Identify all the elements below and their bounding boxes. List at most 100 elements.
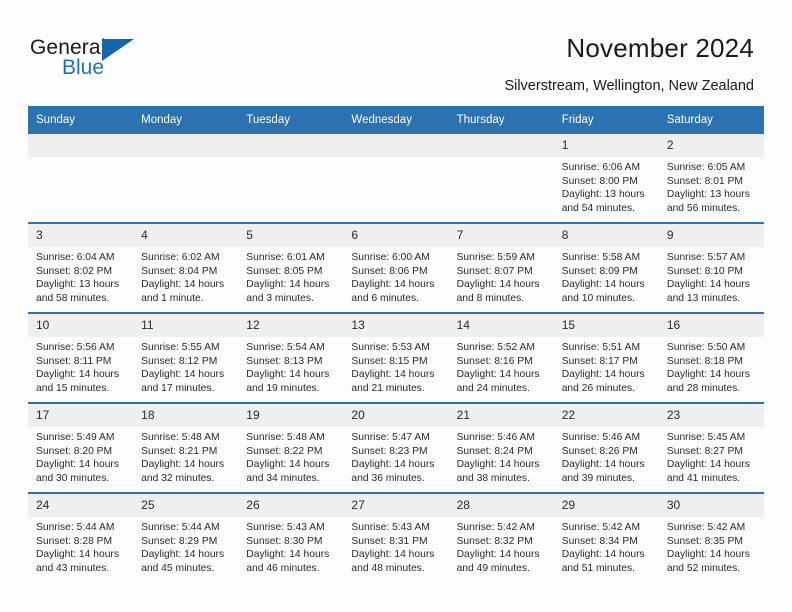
day-cell[interactable]: 19 Sunrise: 5:48 AM Sunset: 8:22 PM Dayl… [238, 402, 344, 493]
day-number: 23 [658, 404, 764, 427]
day-cell[interactable]: 24 Sunrise: 5:44 AM Sunset: 8:28 PM Dayl… [28, 492, 134, 582]
sunset-text: Sunset: 8:10 PM [666, 265, 743, 277]
day-info: Sunrise: 5:46 AM Sunset: 8:26 PM Dayligh… [554, 427, 659, 485]
day-info: Sunrise: 5:53 AM Sunset: 8:15 PM Dayligh… [343, 337, 448, 395]
sunrise-text: Sunrise: 5:42 AM [456, 522, 535, 533]
sunrise-text: Sunrise: 5:44 AM [141, 522, 220, 533]
day-cell[interactable]: 8 Sunrise: 5:58 AM Sunset: 8:09 PM Dayli… [553, 222, 659, 313]
day-cell[interactable]: 15 Sunrise: 5:51 AM Sunset: 8:17 PM Dayl… [553, 312, 659, 403]
sunset-text: Sunset: 8:20 PM [36, 445, 113, 457]
day-cell[interactable] [133, 134, 239, 223]
day-cell[interactable] [238, 134, 344, 223]
day-cell[interactable]: 9 Sunrise: 5:57 AM Sunset: 8:10 PM Dayli… [658, 222, 764, 313]
day-cell[interactable]: 20 Sunrise: 5:47 AM Sunset: 8:23 PM Dayl… [343, 402, 449, 493]
daylight-text-line1: Daylight: 14 hours [666, 549, 750, 561]
day-cell[interactable]: 4 Sunrise: 6:02 AM Sunset: 8:04 PM Dayli… [133, 222, 239, 313]
sunset-text: Sunset: 8:28 PM [36, 535, 113, 547]
day-cell[interactable]: 3 Sunrise: 6:04 AM Sunset: 8:02 PM Dayli… [28, 222, 134, 313]
day-cell[interactable]: 30 Sunrise: 5:42 AM Sunset: 8:35 PM Dayl… [658, 492, 764, 582]
day-cell[interactable]: 22 Sunrise: 5:46 AM Sunset: 8:26 PM Dayl… [553, 402, 659, 493]
brand-logo[interactable]: General Blue [30, 36, 190, 86]
sunset-text: Sunset: 8:07 PM [456, 265, 533, 277]
day-cell[interactable] [448, 134, 554, 223]
day-number: 17 [28, 404, 134, 427]
daylight-text-line2: and 43 minutes. [36, 562, 110, 574]
daylight-text-line1: Daylight: 14 hours [561, 279, 645, 291]
day-cell[interactable]: 2 Sunrise: 6:05 AM Sunset: 8:01 PM Dayli… [658, 134, 764, 223]
day-cell[interactable]: 25 Sunrise: 5:44 AM Sunset: 8:29 PM Dayl… [133, 492, 239, 582]
sunset-text: Sunset: 8:04 PM [141, 265, 218, 277]
daylight-text-line1: Daylight: 14 hours [141, 459, 225, 471]
day-cell[interactable]: 12 Sunrise: 5:54 AM Sunset: 8:13 PM Dayl… [238, 312, 344, 403]
day-number: 28 [448, 494, 554, 517]
day-info: Sunrise: 5:43 AM Sunset: 8:30 PM Dayligh… [238, 517, 343, 575]
weekday-header-monday: Monday [133, 106, 239, 134]
sunrise-text: Sunrise: 5:47 AM [351, 432, 430, 443]
sunrise-text: Sunrise: 5:46 AM [561, 432, 641, 443]
sunset-text: Sunset: 8:26 PM [561, 445, 638, 457]
day-cell[interactable]: 17 Sunrise: 5:49 AM Sunset: 8:20 PM Dayl… [28, 402, 134, 493]
day-cell[interactable]: 23 Sunrise: 5:45 AM Sunset: 8:27 PM Dayl… [658, 402, 764, 493]
daylight-text-line1: Daylight: 14 hours [246, 549, 330, 561]
day-info [449, 157, 554, 161]
day-number: 8 [553, 224, 659, 247]
day-cell[interactable]: 10 Sunrise: 5:56 AM Sunset: 8:11 PM Dayl… [28, 312, 134, 403]
daylight-text-line2: and 30 minutes. [36, 472, 110, 484]
day-number: 12 [238, 314, 344, 337]
day-info: Sunrise: 5:47 AM Sunset: 8:23 PM Dayligh… [343, 427, 448, 485]
sunset-text: Sunset: 8:21 PM [141, 445, 218, 457]
day-number [28, 134, 134, 157]
day-cell[interactable]: 14 Sunrise: 5:52 AM Sunset: 8:16 PM Dayl… [448, 312, 554, 403]
week-row: 3 Sunrise: 6:04 AM Sunset: 8:02 PM Dayli… [28, 222, 764, 313]
day-cell[interactable]: 18 Sunrise: 5:48 AM Sunset: 8:21 PM Dayl… [133, 402, 239, 493]
daylight-text-line1: Daylight: 14 hours [561, 459, 645, 471]
day-cell[interactable]: 29 Sunrise: 5:42 AM Sunset: 8:34 PM Dayl… [553, 492, 659, 582]
day-cell[interactable]: 11 Sunrise: 5:55 AM Sunset: 8:12 PM Dayl… [133, 312, 239, 403]
sunrise-text: Sunrise: 5:43 AM [246, 522, 325, 533]
day-cell[interactable]: 13 Sunrise: 5:53 AM Sunset: 8:15 PM Dayl… [343, 312, 449, 403]
daylight-text-line2: and 52 minutes. [666, 562, 741, 574]
day-cell[interactable] [343, 134, 449, 223]
sunrise-text: Sunrise: 5:48 AM [246, 432, 325, 443]
sunset-text: Sunset: 8:15 PM [351, 355, 428, 367]
weekday-header-wednesday: Wednesday [343, 106, 449, 134]
day-cell[interactable]: 28 Sunrise: 5:42 AM Sunset: 8:32 PM Dayl… [448, 492, 554, 582]
daylight-text-line1: Daylight: 14 hours [456, 459, 540, 471]
daylight-text-line1: Daylight: 14 hours [141, 279, 225, 291]
calendar-body: 1 Sunrise: 6:06 AM Sunset: 8:00 PM Dayli… [28, 134, 764, 582]
day-number: 26 [238, 494, 344, 517]
day-number: 25 [133, 494, 239, 517]
day-number: 22 [553, 404, 659, 427]
day-number: 11 [133, 314, 239, 337]
week-row: 1 Sunrise: 6:06 AM Sunset: 8:00 PM Dayli… [28, 134, 764, 223]
sunrise-text: Sunrise: 5:49 AM [36, 432, 115, 443]
brand-name-blue: Blue [62, 56, 105, 79]
day-cell[interactable]: 6 Sunrise: 6:00 AM Sunset: 8:06 PM Dayli… [343, 222, 449, 313]
day-cell[interactable]: 5 Sunrise: 6:01 AM Sunset: 8:05 PM Dayli… [238, 222, 344, 313]
sunset-text: Sunset: 8:13 PM [246, 355, 323, 367]
daylight-text-line2: and 49 minutes. [456, 562, 530, 574]
day-cell[interactable]: 26 Sunrise: 5:43 AM Sunset: 8:30 PM Dayl… [238, 492, 344, 582]
day-cell[interactable] [28, 134, 134, 223]
daylight-text-line2: and 32 minutes. [141, 472, 215, 484]
daylight-text-line1: Daylight: 14 hours [36, 369, 119, 381]
weekday-header-tuesday: Tuesday [238, 106, 344, 134]
sunset-text: Sunset: 8:27 PM [666, 445, 743, 457]
daylight-text-line1: Daylight: 14 hours [36, 459, 119, 471]
daylight-text-line1: Daylight: 14 hours [246, 459, 330, 471]
day-cell[interactable]: 16 Sunrise: 5:50 AM Sunset: 8:18 PM Dayl… [658, 312, 764, 403]
daylight-text-line1: Daylight: 14 hours [36, 549, 119, 561]
day-cell[interactable]: 7 Sunrise: 5:59 AM Sunset: 8:07 PM Dayli… [448, 222, 554, 313]
day-number: 1 [553, 134, 659, 157]
day-cell[interactable]: 27 Sunrise: 5:43 AM Sunset: 8:31 PM Dayl… [343, 492, 449, 582]
sunrise-text: Sunrise: 5:44 AM [36, 522, 115, 533]
daylight-text-line2: and 17 minutes. [141, 382, 215, 394]
day-cell[interactable]: 21 Sunrise: 5:46 AM Sunset: 8:24 PM Dayl… [448, 402, 554, 493]
weekday-header-sunday: Sunday [28, 106, 134, 134]
day-info [28, 157, 133, 161]
daylight-text-line2: and 54 minutes. [561, 202, 635, 214]
day-info: Sunrise: 5:42 AM Sunset: 8:32 PM Dayligh… [449, 517, 554, 575]
day-cell[interactable]: 1 Sunrise: 6:06 AM Sunset: 8:00 PM Dayli… [553, 134, 659, 223]
day-number: 30 [658, 494, 764, 517]
day-info: Sunrise: 6:04 AM Sunset: 8:02 PM Dayligh… [28, 247, 133, 305]
